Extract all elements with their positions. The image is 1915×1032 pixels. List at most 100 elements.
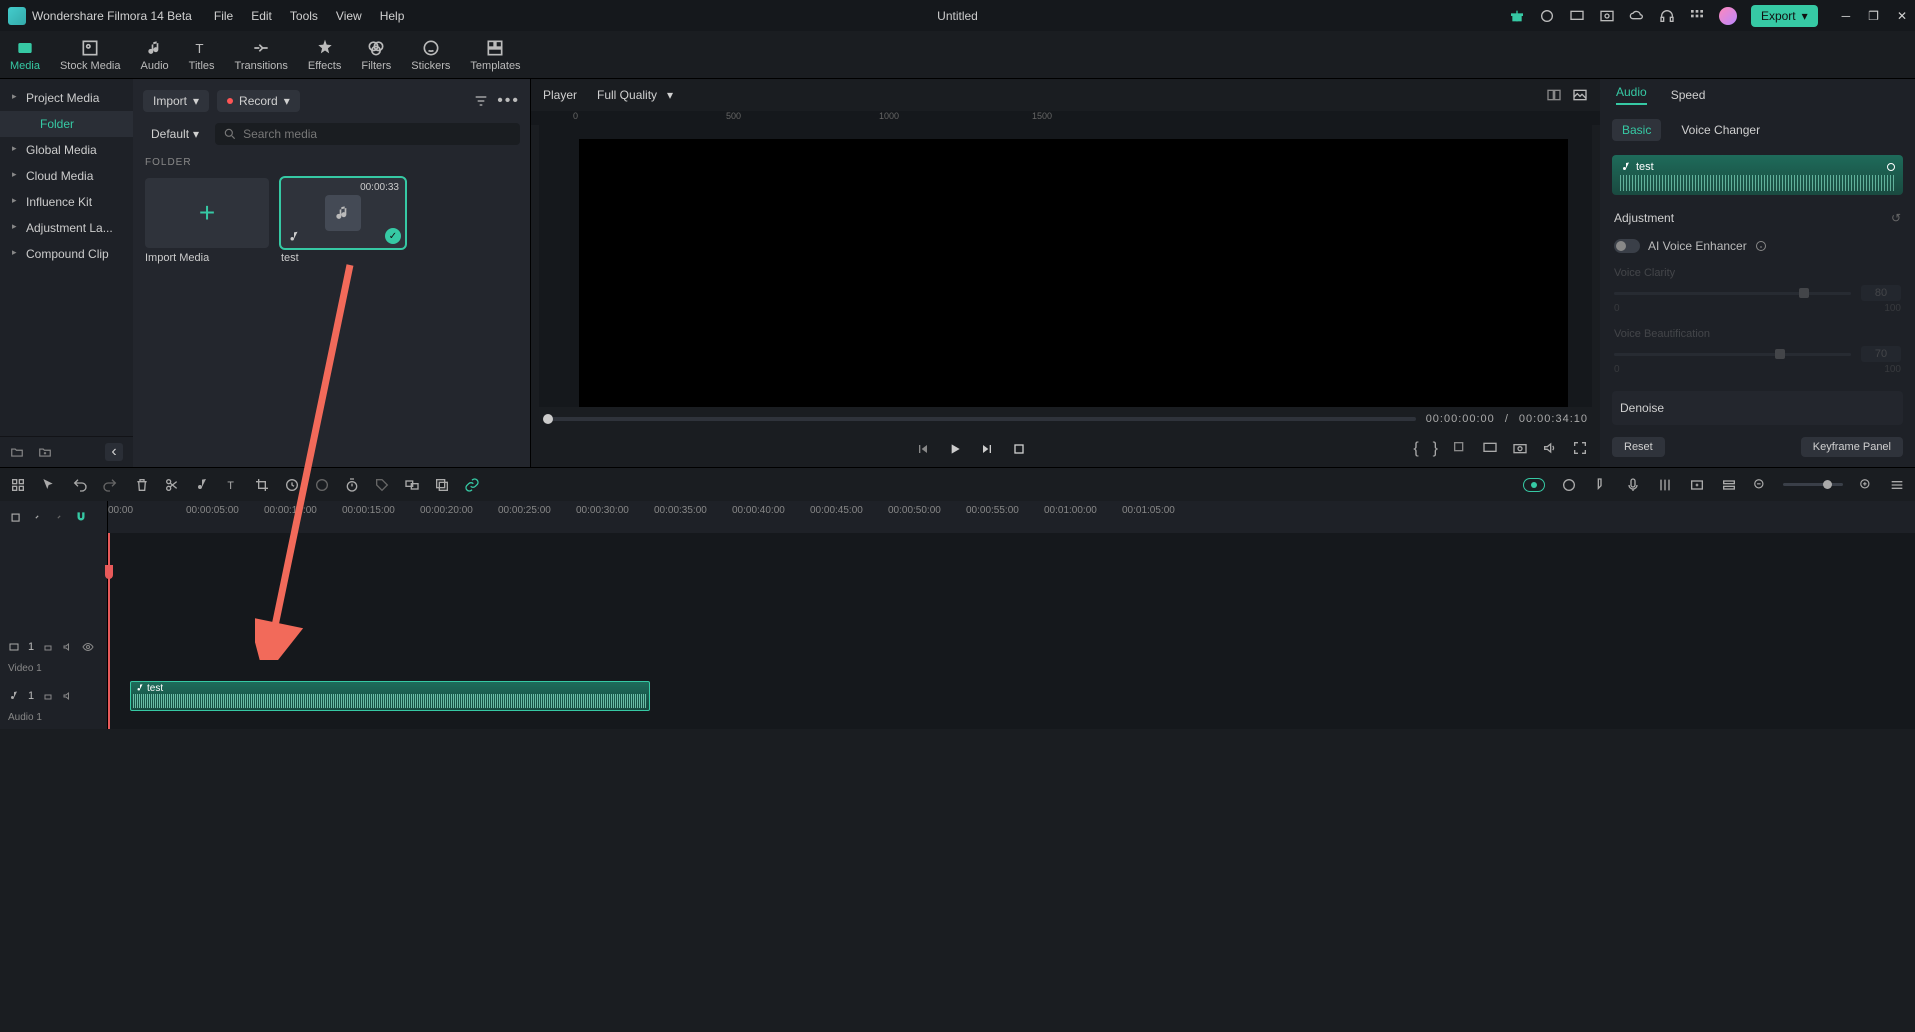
sidebar-item-project-media[interactable]: Project Media xyxy=(0,85,133,111)
redo-icon[interactable] xyxy=(102,477,118,493)
mute-icon[interactable] xyxy=(62,690,74,702)
apps-icon[interactable] xyxy=(1689,8,1705,24)
timer-icon[interactable] xyxy=(344,477,360,493)
minimize-icon[interactable]: ─ xyxy=(1842,9,1851,23)
performance-icon[interactable] xyxy=(1523,478,1545,492)
audio-tool-icon[interactable] xyxy=(194,477,210,493)
volume-icon[interactable] xyxy=(1542,440,1558,456)
sidebar-item-influence-kit[interactable]: Influence Kit xyxy=(0,189,133,215)
keyframe-panel-button[interactable]: Keyframe Panel xyxy=(1801,437,1903,457)
inspector-tab-speed[interactable]: Speed xyxy=(1671,88,1706,102)
playhead[interactable] xyxy=(108,533,110,729)
ai-voice-enhancer-toggle[interactable] xyxy=(1614,239,1640,253)
tab-media[interactable]: Media xyxy=(0,32,50,78)
record-button[interactable]: Record▾ xyxy=(217,90,300,112)
marker-tool-icon[interactable] xyxy=(1593,477,1609,493)
filter-icon[interactable] xyxy=(473,93,489,109)
reset-button[interactable]: Reset xyxy=(1612,437,1665,457)
tab-filters[interactable]: Filters xyxy=(351,32,401,78)
play-icon[interactable] xyxy=(947,441,963,457)
zoom-in-icon[interactable] xyxy=(1859,478,1873,492)
denoise-section[interactable]: Denoise xyxy=(1612,391,1903,425)
zoom-out-icon[interactable] xyxy=(1753,478,1767,492)
record-icon[interactable] xyxy=(1539,8,1555,24)
menu-view[interactable]: View xyxy=(336,9,362,23)
sidebar-item-cloud-media[interactable]: Cloud Media xyxy=(0,163,133,189)
collapse-sidebar-icon[interactable]: ‹ xyxy=(105,443,123,461)
cloud-icon[interactable] xyxy=(1629,8,1645,24)
add-track-icon[interactable] xyxy=(1689,477,1705,493)
headphones-icon[interactable] xyxy=(1659,8,1675,24)
copy-icon[interactable] xyxy=(434,477,450,493)
scrub-knob[interactable] xyxy=(543,414,553,424)
undo-icon[interactable] xyxy=(72,477,88,493)
reset-section-icon[interactable]: ↺ xyxy=(1891,211,1901,225)
keyframe-icon[interactable] xyxy=(1887,163,1895,171)
tab-stock-media[interactable]: Stock Media xyxy=(50,32,131,78)
video-track-head[interactable]: 1 xyxy=(0,631,107,663)
tab-stickers[interactable]: Stickers xyxy=(401,32,460,78)
magnet-icon[interactable] xyxy=(74,510,88,524)
color-icon[interactable] xyxy=(314,477,330,493)
screen-icon[interactable] xyxy=(1569,8,1585,24)
mixer-icon[interactable] xyxy=(1657,477,1673,493)
more-icon[interactable]: ••• xyxy=(497,92,520,110)
split-icon[interactable] xyxy=(164,477,180,493)
player-label[interactable]: Player xyxy=(543,88,577,102)
link-icon[interactable] xyxy=(464,477,480,493)
compare-view-icon[interactable] xyxy=(1546,87,1562,103)
preview-canvas[interactable] xyxy=(579,139,1568,407)
menu-tools[interactable]: Tools xyxy=(290,9,318,23)
track-link-icon[interactable] xyxy=(30,510,44,524)
lock-icon[interactable] xyxy=(42,690,54,702)
sidebar-item-compound-clip[interactable]: Compound Clip xyxy=(0,241,133,267)
gift-icon[interactable] xyxy=(1509,8,1525,24)
sort-dropdown[interactable]: Default ▾ xyxy=(143,125,207,143)
subtab-basic[interactable]: Basic xyxy=(1612,119,1661,141)
zoom-slider[interactable] xyxy=(1783,483,1843,486)
lock-icon[interactable] xyxy=(42,641,54,653)
sidebar-item-global-media[interactable]: Global Media xyxy=(0,137,133,163)
search-input[interactable]: Search media xyxy=(215,123,520,145)
close-icon[interactable]: ✕ xyxy=(1897,9,1907,23)
mic-icon[interactable] xyxy=(1625,477,1641,493)
eye-icon[interactable] xyxy=(82,641,94,653)
mute-icon[interactable] xyxy=(62,641,74,653)
sidebar-item-folder[interactable]: Folder xyxy=(0,111,133,137)
audio-chip[interactable]: test xyxy=(1612,155,1903,195)
display-icon[interactable] xyxy=(1482,440,1498,456)
menu-help[interactable]: Help xyxy=(380,9,405,23)
track-view-icon[interactable] xyxy=(1721,477,1737,493)
render-icon[interactable] xyxy=(1561,477,1577,493)
maximize-icon[interactable]: ❐ xyxy=(1868,9,1879,23)
snapshot-icon[interactable] xyxy=(1512,440,1528,456)
pointer-icon[interactable] xyxy=(40,477,56,493)
group-icon[interactable] xyxy=(404,477,420,493)
import-media-card[interactable]: + Import Media xyxy=(145,178,269,264)
audio-clip-test[interactable]: test xyxy=(130,681,650,711)
picture-view-icon[interactable] xyxy=(1572,87,1588,103)
menu-edit[interactable]: Edit xyxy=(251,9,272,23)
mark-in-icon[interactable]: { xyxy=(1413,440,1418,458)
delete-icon[interactable] xyxy=(134,477,150,493)
info-icon[interactable] xyxy=(1755,240,1767,252)
inspector-tab-audio[interactable]: Audio xyxy=(1616,85,1647,105)
speed-tool-icon[interactable] xyxy=(284,477,300,493)
import-button[interactable]: Import▾ xyxy=(143,90,209,112)
scrub-bar[interactable] xyxy=(543,417,1416,421)
tab-templates[interactable]: Templates xyxy=(460,32,530,78)
sidebar-item-adjustment-layer[interactable]: Adjustment La... xyxy=(0,215,133,241)
tag-icon[interactable] xyxy=(374,477,390,493)
timeline-ruler[interactable]: 00:00 00:00:05:00 00:00:10:00 00:00:15:0… xyxy=(108,501,1915,533)
tab-titles[interactable]: TTitles xyxy=(179,32,225,78)
track-copy-icon[interactable] xyxy=(8,510,22,524)
timeline-tracks[interactable]: test xyxy=(108,533,1915,729)
text-tool-icon[interactable]: T xyxy=(224,477,240,493)
capture-icon[interactable] xyxy=(1599,8,1615,24)
voice-clarity-slider[interactable] xyxy=(1614,292,1851,295)
next-frame-icon[interactable] xyxy=(979,441,995,457)
menu-file[interactable]: File xyxy=(214,9,233,23)
tab-transitions[interactable]: Transitions xyxy=(225,32,298,78)
stop-icon[interactable] xyxy=(1011,441,1027,457)
voice-beautification-slider[interactable] xyxy=(1614,353,1851,356)
